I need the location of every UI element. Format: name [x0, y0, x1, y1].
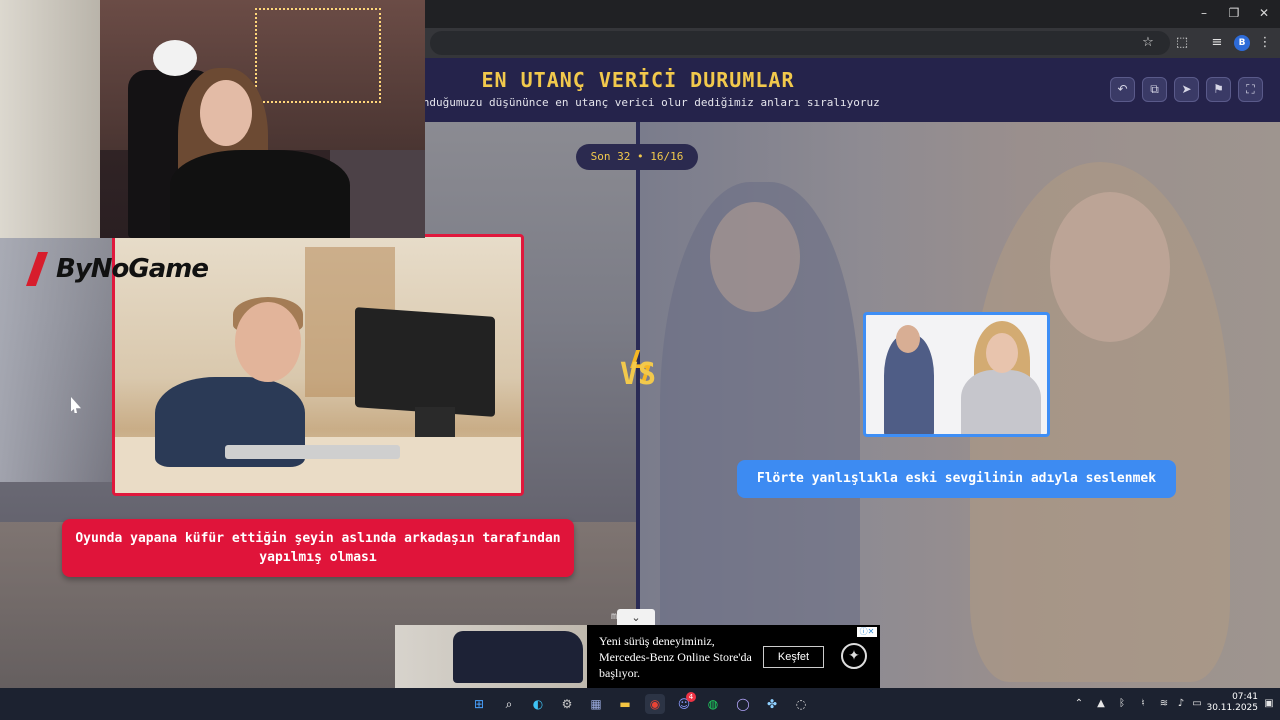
ad-text: Yeni sürüş deneyiminiz, Mercedes-Benz On…	[599, 634, 752, 680]
center-divider	[636, 122, 640, 688]
start-icon[interactable]: ⊞	[469, 694, 489, 714]
profile-avatar[interactable]: B	[1234, 35, 1250, 51]
spotify-icon[interactable]: ◍	[703, 694, 723, 714]
mercedes-logo-icon: ✦	[841, 643, 867, 669]
notification-icon[interactable]: ▣	[1262, 697, 1276, 711]
flag-icon[interactable]: ⚑	[1206, 77, 1231, 102]
close-icon[interactable]: ✕	[1256, 6, 1272, 22]
ad-banner[interactable]: Yeni sürüş deneyiminiz, Mercedes-Benz On…	[395, 625, 880, 688]
bookmark-star-icon[interactable]: ☆	[1139, 34, 1157, 52]
extensions-icon[interactable]: ⬚	[1173, 34, 1191, 52]
microphone-icon[interactable]: ♮	[1136, 697, 1150, 711]
fullscreen-icon[interactable]: ⛶	[1238, 77, 1263, 102]
panda-plush-icon	[153, 40, 197, 76]
battery-icon[interactable]: ▭	[1190, 697, 1204, 711]
left-option-button[interactable]: Oyunda yapana küfür ettiğin şeyin aslınd…	[62, 519, 574, 577]
chrome-icon[interactable]: ◉	[645, 694, 665, 714]
bluetooth-icon[interactable]: ᛒ	[1115, 697, 1129, 711]
address-bar[interactable]	[430, 31, 1170, 55]
vs-label: VS	[619, 357, 657, 392]
webcam-overlay	[0, 0, 425, 238]
app-circle-icon[interactable]: ◯	[733, 694, 753, 714]
taskbar	[0, 688, 1280, 720]
edge-icon[interactable]: ◐	[528, 694, 548, 714]
round-indicator: Son 32 • 16/16	[576, 144, 698, 170]
right-option-button[interactable]: Flörte yanlışlıkla eski sevgilinin adıyl…	[737, 460, 1176, 498]
clock-date: 30.11.2025	[1206, 703, 1258, 713]
settings-icon[interactable]: ⚙	[557, 694, 577, 714]
send-icon[interactable]: ➤	[1174, 77, 1199, 102]
tray-app-icon[interactable]: ▲	[1094, 697, 1108, 711]
clock-time: 07:41	[1232, 692, 1258, 702]
discord-badge: 4	[686, 692, 696, 702]
store-icon[interactable]: ▦	[586, 694, 606, 714]
taskbar-clock[interactable]: 07:41 30.11.2025	[1206, 692, 1258, 714]
restore-icon[interactable]: ❐	[1226, 6, 1242, 22]
screen: – ❐ ✕ ☆ ⬚ ≡ B ⋮ EN UTANÇ VERİCİ DURUMLAR…	[0, 0, 1280, 720]
wifi-icon[interactable]: ≋	[1157, 697, 1171, 711]
search-icon[interactable]: ⌕	[499, 694, 519, 714]
browser-menu-icon[interactable]: ⋮	[1256, 34, 1274, 52]
ad-info-close-icon[interactable]: ⓘ✕	[857, 627, 877, 637]
undo-icon[interactable]: ↶	[1110, 77, 1135, 102]
share-icon[interactable]: ⧉	[1142, 77, 1167, 102]
volume-icon[interactable]: ♪	[1174, 697, 1188, 711]
media-control-icon[interactable]: ≡	[1208, 34, 1226, 52]
ad-cta-button[interactable]: Keşfet	[763, 646, 824, 668]
tray-overflow-icon[interactable]: ⌃	[1072, 697, 1086, 711]
ad-image	[395, 625, 587, 688]
logo-text: ByNoGame	[56, 254, 209, 284]
app-puzzle-icon[interactable]: ✤	[762, 694, 782, 714]
obs-icon[interactable]: ◌	[791, 694, 811, 714]
right-option-image[interactable]	[863, 312, 1050, 437]
file-explorer-icon[interactable]: ▬	[615, 694, 635, 714]
minimize-icon[interactable]: –	[1196, 6, 1212, 22]
